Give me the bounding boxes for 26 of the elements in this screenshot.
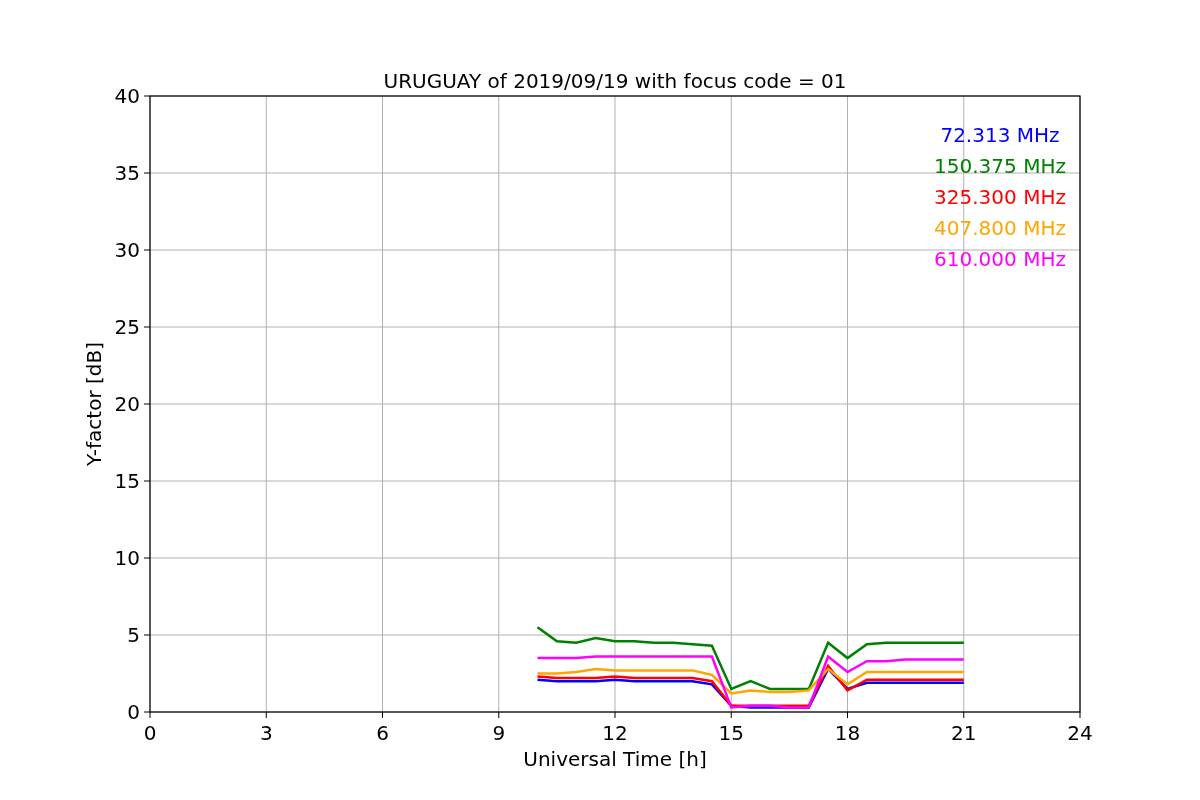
tick-label: 10 bbox=[114, 546, 140, 570]
tick-label: 12 bbox=[602, 721, 628, 745]
tick-label: 9 bbox=[492, 721, 506, 745]
tick-label: 0 bbox=[143, 721, 157, 745]
legend-label: 407.800 MHz bbox=[934, 216, 1066, 240]
legend-label: 150.375 MHz bbox=[934, 154, 1066, 178]
legend-label: 610.000 MHz bbox=[934, 247, 1066, 271]
chart-title: URUGUAY of 2019/09/19 with focus code = 01 bbox=[383, 69, 847, 93]
tick-label: 35 bbox=[114, 161, 140, 185]
legend-label: 72.313 MHz bbox=[940, 123, 1060, 147]
y-axis-label: Y-factor [dB] bbox=[82, 342, 106, 466]
tick-label: 40 bbox=[114, 84, 140, 108]
tick-label: 25 bbox=[114, 315, 140, 339]
tick-label: 0 bbox=[127, 700, 140, 724]
tick-label: 20 bbox=[114, 392, 140, 416]
tick-label: 24 bbox=[1067, 721, 1093, 745]
tick-label: 5 bbox=[127, 623, 140, 647]
tick-label: 18 bbox=[834, 721, 861, 745]
tick-label: 6 bbox=[376, 721, 389, 745]
tick-label: 21 bbox=[951, 721, 977, 745]
x-axis-label: Universal Time [h] bbox=[523, 747, 707, 771]
tick-label: 15 bbox=[718, 721, 744, 745]
tick-label: 15 bbox=[114, 469, 140, 493]
tick-label: 30 bbox=[114, 238, 140, 262]
tick-label: 3 bbox=[259, 721, 273, 745]
legend-label: 325.300 MHz bbox=[934, 185, 1066, 209]
